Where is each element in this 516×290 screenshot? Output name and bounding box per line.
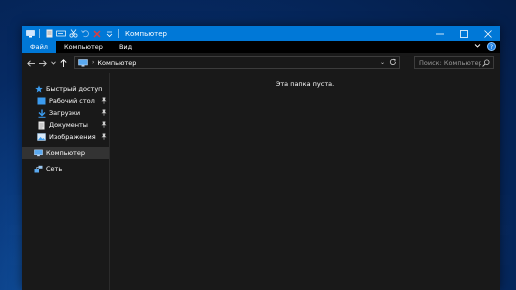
window-controls <box>428 26 500 41</box>
explorer-window: Компьютер Файл Компьютер Вид ? › Компьют… <box>22 26 500 290</box>
refresh-button[interactable] <box>389 58 397 68</box>
sidebar-item-label: Сеть <box>46 165 63 173</box>
quick-access-toolbar <box>22 26 121 41</box>
ribbon-right-controls: ? <box>474 42 496 51</box>
computer-icon[interactable] <box>25 29 35 39</box>
sidebar-item-label: Документы <box>49 121 88 129</box>
document-icon <box>37 121 46 130</box>
search-icon[interactable] <box>482 59 490 69</box>
pin-icon[interactable] <box>101 121 107 130</box>
arrow-left-icon <box>27 59 35 67</box>
sidebar-item-label: Загрузки <box>49 109 81 117</box>
help-icon[interactable]: ? <box>487 42 496 51</box>
sidebar-item-computer[interactable]: Компьютер <box>22 147 109 159</box>
minimize-button[interactable] <box>428 26 452 41</box>
expand-ribbon-icon[interactable] <box>474 43 481 51</box>
search-box <box>414 56 494 69</box>
sidebar-item-label: Рабочий стол <box>49 97 95 105</box>
tab-file[interactable]: Файл <box>22 41 56 53</box>
close-button[interactable] <box>476 26 500 41</box>
back-button[interactable] <box>25 56 37 70</box>
sidebar-item-quick-access[interactable]: Быстрый доступ <box>22 83 109 95</box>
tab-computer[interactable]: Компьютер <box>56 41 111 53</box>
window-title: Компьютер <box>125 29 167 38</box>
maximize-icon <box>460 29 468 38</box>
undo-icon[interactable] <box>80 29 90 39</box>
network-icon <box>34 165 43 174</box>
toolbar-separator <box>118 29 119 38</box>
refresh-icon <box>389 58 396 65</box>
address-bar[interactable]: › Компьютер ⌄ <box>74 56 400 69</box>
recent-locations-button[interactable] <box>49 56 57 70</box>
sidebar-item-pictures[interactable]: Изображения <box>22 131 109 143</box>
navigation-pane: Быстрый доступ Рабочий стол Загрузки Док… <box>22 73 110 290</box>
arrow-right-icon <box>39 59 47 67</box>
delete-icon[interactable] <box>92 29 102 39</box>
computer-icon <box>34 149 43 158</box>
sidebar-item-label: Изображения <box>49 133 96 141</box>
toolbar-separator <box>39 29 40 38</box>
sidebar-item-label: Быстрый доступ <box>46 85 103 93</box>
forward-button[interactable] <box>37 56 49 70</box>
content-area: Быстрый доступ Рабочий стол Загрузки Док… <box>22 73 500 290</box>
ribbon-tabs: Файл Компьютер Вид ? <box>22 41 500 53</box>
cut-icon[interactable] <box>68 29 78 39</box>
title-bar: Компьютер <box>22 26 500 41</box>
arrow-up-icon <box>59 59 67 67</box>
close-icon <box>484 29 492 38</box>
breadcrumb-chevron-icon[interactable]: › <box>92 59 94 66</box>
navigation-bar: › Компьютер ⌄ <box>22 53 500 73</box>
file-list-pane[interactable]: Эта папка пуста. <box>110 73 500 290</box>
pin-icon[interactable] <box>101 97 107 106</box>
pictures-icon <box>37 133 46 142</box>
up-button[interactable] <box>57 56 69 70</box>
rename-icon[interactable] <box>56 29 66 39</box>
breadcrumb-computer[interactable]: Компьютер <box>97 59 136 67</box>
sidebar-item-downloads[interactable]: Загрузки <box>22 107 109 119</box>
pin-icon[interactable] <box>101 109 107 118</box>
sidebar-item-desktop[interactable]: Рабочий стол <box>22 95 109 107</box>
computer-icon <box>78 58 88 67</box>
pin-icon[interactable] <box>101 133 107 142</box>
search-input[interactable] <box>415 58 481 67</box>
star-icon <box>34 85 43 94</box>
maximize-button[interactable] <box>452 26 476 41</box>
sidebar-item-documents[interactable]: Документы <box>22 119 109 131</box>
customize-dropdown-icon[interactable] <box>104 29 114 39</box>
address-history-dropdown-icon[interactable]: ⌄ <box>380 59 385 66</box>
empty-folder-message: Эта папка пуста. <box>275 80 335 88</box>
desktop-icon <box>37 97 46 106</box>
sidebar-item-label: Компьютер <box>46 149 85 157</box>
sidebar-item-network[interactable]: Сеть <box>22 163 109 175</box>
minimize-icon <box>436 33 444 34</box>
properties-icon[interactable] <box>44 29 54 39</box>
download-icon <box>37 109 46 118</box>
chevron-down-icon <box>50 61 56 65</box>
tab-view[interactable]: Вид <box>111 41 140 53</box>
